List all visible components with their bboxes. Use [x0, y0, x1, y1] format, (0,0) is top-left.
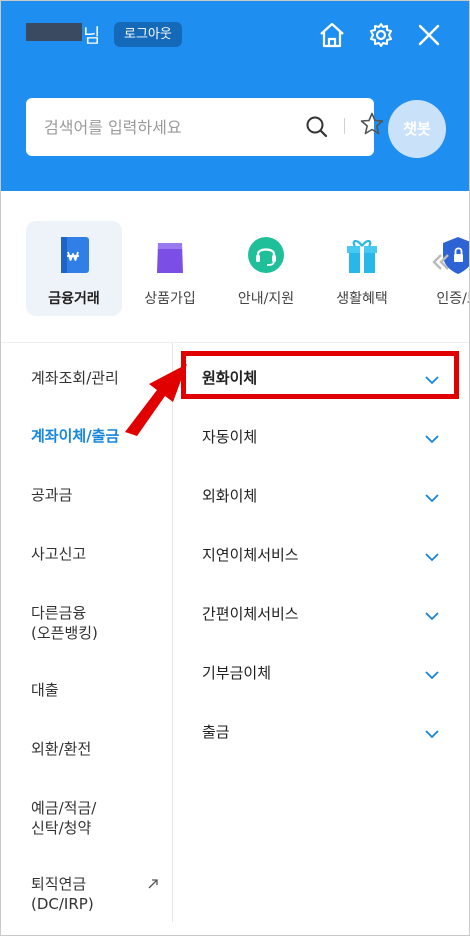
- gear-icon[interactable]: [366, 20, 396, 50]
- chevron-down-icon[interactable]: [424, 493, 440, 503]
- category-financial-transactions[interactable]: 금융거래: [26, 221, 122, 316]
- search-divider: [344, 118, 345, 134]
- left-menu-item-loan[interactable]: 대출: [31, 680, 59, 700]
- chevron-down-icon[interactable]: [424, 670, 440, 680]
- left-menu-label-line2: (DC/IRP): [31, 895, 94, 913]
- logout-button[interactable]: 로그아웃: [114, 22, 182, 47]
- category-product-signup[interactable]: 상품가입: [122, 221, 218, 316]
- chevron-down-icon[interactable]: [424, 611, 440, 621]
- left-menu-item-foreign-exchange[interactable]: 외환/환전: [31, 739, 91, 759]
- gift-icon: [347, 240, 377, 273]
- left-menu-label-line1: 다른금융: [31, 604, 87, 622]
- left-menu-label-line1: 퇴직연금: [31, 875, 87, 893]
- category-label: 안내/지원: [237, 291, 295, 307]
- left-menu-item-open-banking[interactable]: 다른금융 (오픈뱅킹): [31, 603, 98, 643]
- left-menu-item-transfer[interactable]: 계좌이체/출금: [31, 426, 119, 446]
- pointer-arrow-icon: [125, 364, 187, 436]
- won-card-icon: [61, 237, 89, 273]
- left-menu-item-deposits[interactable]: 예금/적금/ 신탁/청약: [31, 798, 96, 838]
- shopping-bag-icon: [157, 238, 183, 273]
- submenu-item-withdrawal[interactable]: 출금: [202, 721, 230, 742]
- submenu-item-auto-transfer[interactable]: 자동이체: [202, 426, 257, 447]
- highlight-box: [181, 351, 459, 399]
- category-label: 인증/보: [436, 291, 469, 307]
- right-menu: 원화이체 자동이체 외화이체 지연이체서비스 간편이체서비스 기부금이체 출금: [174, 342, 469, 922]
- chevron-down-icon[interactable]: [424, 729, 440, 739]
- user-name-redacted: [26, 23, 82, 41]
- category-bar: 금융거래 상품가입 안내/지원 생활혜택 인증/: [1, 191, 469, 341]
- category-label: 상품가입: [144, 291, 196, 307]
- left-menu-item-account-inquiry[interactable]: 계좌조회/관리: [31, 368, 119, 388]
- category-life-benefits[interactable]: 생활혜택: [314, 221, 410, 316]
- search-box: [26, 98, 384, 156]
- category-guide-support[interactable]: 안내/지원: [218, 221, 314, 316]
- close-icon[interactable]: [414, 20, 444, 50]
- submenu-item-foreign-transfer[interactable]: 외화이체: [202, 485, 257, 506]
- headset-icon: [248, 237, 284, 273]
- submenu-item-simple-transfer[interactable]: 간편이체서비스: [202, 603, 299, 624]
- chevron-down-icon[interactable]: [424, 552, 440, 562]
- category-certification[interactable]: 인증/보: [410, 221, 469, 316]
- scroll-left-icon[interactable]: [430, 251, 452, 273]
- favorite-star-icon[interactable]: [359, 111, 385, 137]
- chatbot-button[interactable]: 챗봇: [388, 100, 446, 158]
- left-menu-label-line2: 신탁/청약: [31, 819, 92, 837]
- submenu-item-donation-transfer[interactable]: 기부금이체: [202, 662, 271, 683]
- left-menu-item-utility-bills[interactable]: 공과금: [31, 485, 72, 505]
- chevron-down-icon[interactable]: [424, 434, 440, 444]
- search-input[interactable]: [44, 98, 274, 156]
- app-frame: 님 로그아웃 챗봇 금융거래: [0, 0, 470, 936]
- left-menu-label-line2: (오픈뱅킹): [31, 624, 98, 642]
- user-suffix: 님: [83, 25, 101, 47]
- home-icon[interactable]: [317, 20, 347, 50]
- submenu-item-delayed-transfer[interactable]: 지연이체서비스: [202, 544, 299, 565]
- category-label: 생활혜택: [336, 291, 388, 307]
- left-menu-item-accident-report[interactable]: 사고신고: [31, 544, 86, 564]
- header: 님 로그아웃 챗봇: [1, 1, 469, 191]
- left-menu-label-line1: 예금/적금/: [31, 799, 97, 817]
- left-menu-item-pension[interactable]: 퇴직연금 (DC/IRP): [31, 874, 94, 914]
- search-icon[interactable]: [304, 114, 330, 140]
- category-label: 금융거래: [48, 291, 100, 307]
- external-link-icon: [148, 879, 158, 889]
